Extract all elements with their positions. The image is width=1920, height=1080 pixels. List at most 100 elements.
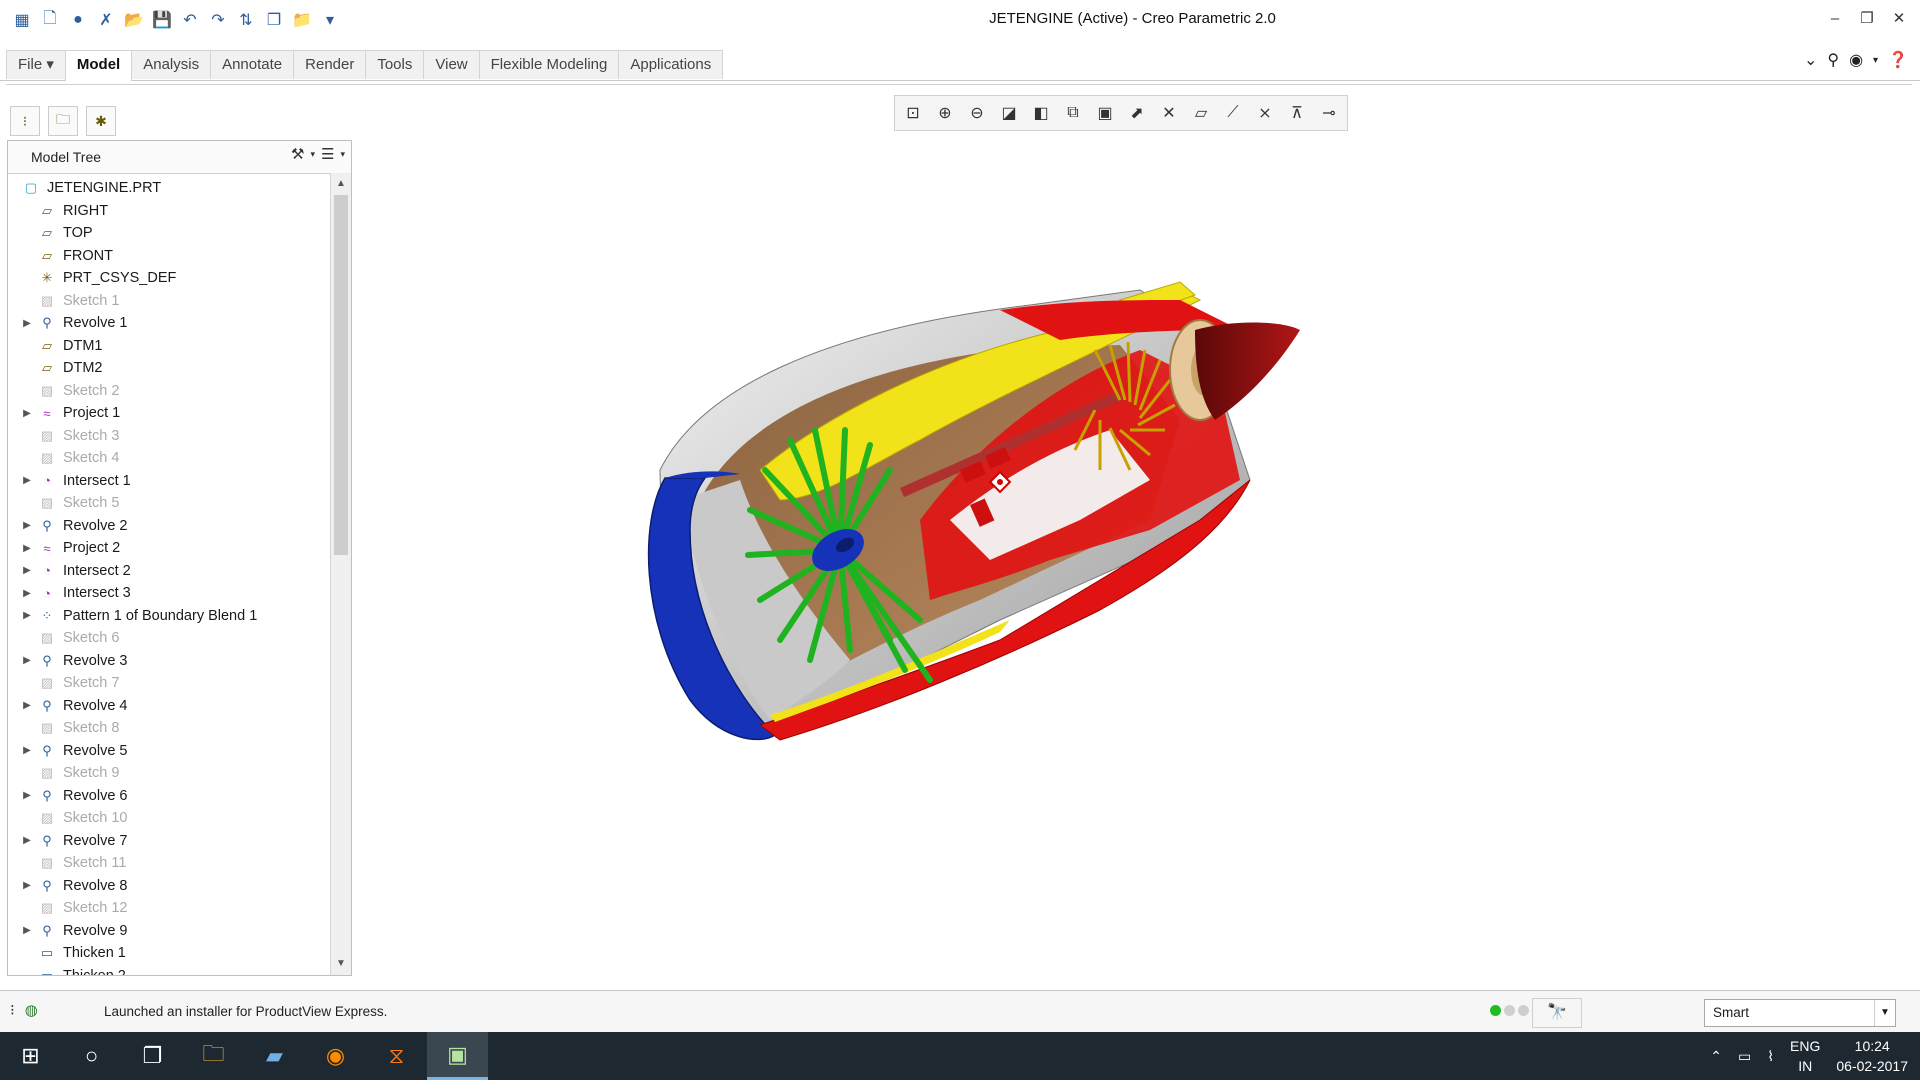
chevron-down-icon[interactable]: ▾ <box>1873 55 1878 66</box>
language-indicator[interactable]: ENG IN <box>1790 1036 1820 1076</box>
search-icon[interactable]: ⚲ <box>1827 50 1839 70</box>
expand-arrow-icon[interactable]: ▶ <box>18 318 36 329</box>
tree-item[interactable]: ▶ ⚲ Revolve 8 <box>8 875 328 898</box>
creo-app-icon[interactable]: ▣ <box>427 1032 488 1080</box>
chevron-down-icon[interactable]: ▾ <box>310 149 315 160</box>
scroll-down-icon[interactable]: ▼ <box>331 955 351 973</box>
file-explorer-icon[interactable]: 🗀 <box>183 1032 244 1080</box>
expand-arrow-icon[interactable]: ▶ <box>18 745 36 756</box>
restore-button[interactable]: ❐ <box>1854 6 1880 32</box>
refit-icon[interactable]: ⊡ <box>897 97 929 129</box>
expand-arrow-icon[interactable]: ▶ <box>18 700 36 711</box>
tree-item[interactable]: ✳ PRT_CSYS_DEF <box>8 267 328 290</box>
expand-arrow-icon[interactable]: ▶ <box>18 835 36 846</box>
tab-model[interactable]: Model <box>64 50 133 81</box>
expand-arrow-icon[interactable]: ▶ <box>18 408 36 419</box>
tab-render[interactable]: Render <box>293 50 367 79</box>
delete-icon[interactable]: ✗ <box>94 8 118 32</box>
tree-item[interactable]: ▶ ⚲ Revolve 9 <box>8 920 328 943</box>
windows-start-icon[interactable]: ⊞ <box>0 1032 61 1080</box>
regen-manager-icon[interactable]: ⇅ <box>234 8 258 32</box>
tree-item[interactable]: ▨ Sketch 5 <box>8 492 328 515</box>
expand-arrow-icon[interactable]: ▶ <box>18 565 36 576</box>
model-tree-scrollbar[interactable]: ▲ ▼ <box>330 173 351 975</box>
regenerate-icon[interactable]: ● <box>66 8 90 32</box>
tab-view[interactable]: View <box>423 50 480 79</box>
navigator-toggle-icon[interactable]: ⁝ <box>10 1001 15 1019</box>
tree-item[interactable]: ▶ ⁘ Pattern 1 of Boundary Blend 1 <box>8 605 328 628</box>
tab-analysis[interactable]: Analysis <box>131 50 212 79</box>
tree-item[interactable]: ▶ ⚲ Revolve 1 <box>8 312 328 335</box>
chevron-down-icon[interactable]: ▾ <box>340 149 345 160</box>
tree-item[interactable]: ▢ JETENGINE.PRT <box>8 177 328 200</box>
expand-arrow-icon[interactable]: ▶ <box>18 925 36 936</box>
scrollbar-thumb[interactable] <box>334 195 348 555</box>
tree-item[interactable]: ▭ Thicken 2 <box>8 965 328 975</box>
expand-arrow-icon[interactable]: ▶ <box>18 475 36 486</box>
expand-arrow-icon[interactable]: ▶ <box>18 610 36 621</box>
chevron-down-icon[interactable]: ▼ <box>1874 1000 1895 1026</box>
tree-item[interactable]: ▶ ⚲ Revolve 3 <box>8 650 328 673</box>
tree-item[interactable]: ▶ ◔ Intersect 2 <box>8 560 328 583</box>
tab-flexible-modeling[interactable]: Flexible Modeling <box>478 50 620 79</box>
tree-item[interactable]: ▨ Sketch 8 <box>8 717 328 740</box>
point-display-icon[interactable]: ⨯ <box>1249 97 1281 129</box>
wifi-icon[interactable]: ⌇ <box>1767 1048 1774 1065</box>
tab-tools[interactable]: Tools <box>365 50 425 79</box>
tree-item[interactable]: ▨ Sketch 3 <box>8 425 328 448</box>
display-style-icon[interactable]: ◧ <box>1025 97 1057 129</box>
new-file-icon[interactable]: 🗋 <box>38 8 62 32</box>
battery-icon[interactable]: ▭ <box>1738 1048 1751 1065</box>
tab-applications[interactable]: Applications <box>618 50 724 79</box>
redo-icon[interactable]: ↷ <box>206 8 230 32</box>
expand-arrow-icon[interactable]: ▶ <box>18 520 36 531</box>
tree-item[interactable]: ▶ ≈ Project 1 <box>8 402 328 425</box>
tree-item[interactable]: ▶ ⚲ Revolve 6 <box>8 785 328 808</box>
task-view-icon[interactable]: ❐ <box>122 1032 183 1080</box>
tree-item[interactable]: ▨ Sketch 1 <box>8 290 328 313</box>
chevron-up-icon[interactable]: ⌃ <box>1710 1048 1722 1065</box>
tree-item[interactable]: ▨ Sketch 2 <box>8 380 328 403</box>
notes-app-icon[interactable]: ▰ <box>244 1032 305 1080</box>
tree-item[interactable]: ▨ Sketch 6 <box>8 627 328 650</box>
settings-icon[interactable]: ⚒ <box>291 145 304 163</box>
customize-icon[interactable]: ▾ <box>318 8 342 32</box>
saved-orientations-icon[interactable]: ⧉ <box>1057 97 1089 129</box>
community-icon[interactable]: ◉ <box>1849 50 1863 70</box>
axis-display-icon[interactable]: ⟋ <box>1217 97 1249 129</box>
help-icon[interactable]: ❓ <box>1888 50 1908 70</box>
zoom-out-icon[interactable]: ⊖ <box>961 97 993 129</box>
tree-item[interactable]: ▶ ⚲ Revolve 4 <box>8 695 328 718</box>
tree-item[interactable]: ▱ FRONT <box>8 245 328 268</box>
spin-center-icon[interactable]: ⊸ <box>1313 97 1345 129</box>
expand-arrow-icon[interactable]: ▶ <box>18 790 36 801</box>
tree-item[interactable]: ▨ Sketch 12 <box>8 897 328 920</box>
tree-item[interactable]: ▱ DTM2 <box>8 357 328 380</box>
folder-browser-tab-icon[interactable]: 🗀 <box>48 106 78 136</box>
tree-item[interactable]: ▶ ⚲ Revolve 2 <box>8 515 328 538</box>
expand-arrow-icon[interactable]: ▶ <box>18 655 36 666</box>
clock[interactable]: 10:24 06-02-2017 <box>1836 1036 1908 1076</box>
tree-item[interactable]: ▨ Sketch 10 <box>8 807 328 830</box>
csys-display-icon[interactable]: ⊼ <box>1281 97 1313 129</box>
perspective-icon[interactable]: ⬈ <box>1121 97 1153 129</box>
tree-item[interactable]: ▶ ≈ Project 2 <box>8 537 328 560</box>
show-columns-icon[interactable]: ☰ <box>321 145 334 163</box>
search-circle-icon[interactable]: ○ <box>61 1032 122 1080</box>
scroll-up-icon[interactable]: ▲ <box>331 175 351 193</box>
repaint-icon[interactable]: ◪ <box>993 97 1025 129</box>
tree-item[interactable]: ▱ DTM1 <box>8 335 328 358</box>
tree-item[interactable]: ▶ ◔ Intersect 3 <box>8 582 328 605</box>
tab-annotate[interactable]: Annotate <box>210 50 295 79</box>
minimize-ribbon-icon[interactable]: ⌄ <box>1804 50 1817 70</box>
tree-item[interactable]: ▶ ◔ Intersect 1 <box>8 470 328 493</box>
matlab-icon[interactable]: ⧖ <box>366 1032 427 1080</box>
windows-icon[interactable]: ❐ <box>262 8 286 32</box>
open-folder-icon[interactable]: 📂 <box>122 8 146 32</box>
graphics-window[interactable] <box>355 140 1915 980</box>
favorites-tab-icon[interactable]: ✱ <box>86 106 116 136</box>
tree-item[interactable]: ▭ Thicken 1 <box>8 942 328 965</box>
jet-engine-model[interactable] <box>355 140 1915 980</box>
tree-item[interactable]: ▨ Sketch 7 <box>8 672 328 695</box>
app-logo-icon[interactable]: ▦ <box>10 8 34 32</box>
